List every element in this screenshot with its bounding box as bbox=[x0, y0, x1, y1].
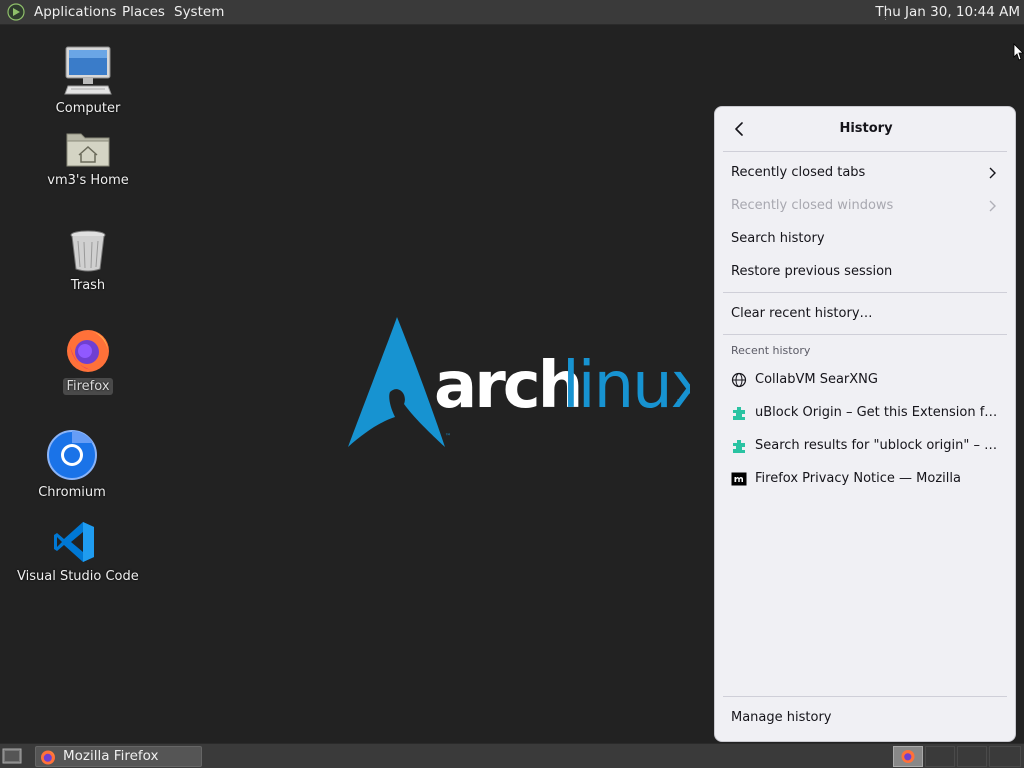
workspace-switcher-1[interactable] bbox=[893, 746, 923, 767]
desktop-icon-label: Chromium bbox=[38, 485, 106, 500]
firefox-icon bbox=[41, 750, 55, 765]
workspace-switcher-3[interactable] bbox=[957, 746, 987, 767]
addons-puzzle-icon bbox=[733, 407, 745, 420]
applications-menu[interactable]: Applications bbox=[34, 0, 116, 25]
workspace-switcher-4[interactable] bbox=[989, 746, 1021, 767]
menu-item-label: Clear recent history… bbox=[731, 306, 873, 321]
trash-icon bbox=[70, 230, 106, 272]
history-entry[interactable]: CollabVM SearXNG bbox=[723, 365, 1007, 395]
divider bbox=[723, 696, 1007, 697]
chromium-icon bbox=[47, 430, 97, 480]
manage-history-item[interactable]: Manage history bbox=[723, 703, 1007, 733]
bottom-panel: Mozilla Firefox bbox=[0, 743, 1024, 768]
desktop-icon-chromium[interactable]: Chromium bbox=[22, 430, 122, 501]
show-desktop-icon[interactable] bbox=[2, 747, 22, 765]
history-entry-title: CollabVM SearXNG bbox=[755, 372, 878, 387]
menu-item-label: Manage history bbox=[731, 710, 832, 725]
divider bbox=[723, 292, 1007, 293]
desktop-icon-computer[interactable]: Computer bbox=[38, 44, 138, 117]
history-panel: History Recently closed tabs Recently cl… bbox=[714, 106, 1016, 742]
chevron-right-icon bbox=[989, 200, 996, 212]
firefox-icon bbox=[901, 750, 915, 763]
divider bbox=[723, 151, 1007, 152]
desktop-icon-trash[interactable]: Trash bbox=[38, 229, 138, 294]
desktop-icon-label: Visual Studio Code bbox=[17, 569, 139, 584]
recently-closed-windows-item: Recently closed windows bbox=[723, 191, 1007, 221]
trademark-sign-icon: ™ bbox=[445, 433, 451, 440]
search-history-item[interactable]: Search history bbox=[723, 224, 1007, 254]
desktop-icon-label: Firefox bbox=[63, 378, 113, 395]
firefox-icon bbox=[67, 330, 109, 372]
applications-menu-icon[interactable] bbox=[7, 3, 25, 21]
menu-item-label: Restore previous session bbox=[731, 264, 893, 279]
history-entry-title: Firefox Privacy Notice — Mozilla bbox=[755, 471, 961, 486]
recently-closed-tabs-item[interactable]: Recently closed tabs bbox=[723, 158, 1007, 188]
mouse-cursor-icon bbox=[1013, 43, 1024, 61]
globe-icon bbox=[731, 372, 747, 388]
menu-item-label: Recently closed tabs bbox=[731, 165, 866, 180]
places-menu[interactable]: Places bbox=[122, 0, 165, 25]
desktop-icon-label: Trash bbox=[70, 278, 106, 293]
history-entry-title: uBlock Origin – Get this Extension for … bbox=[755, 405, 1001, 420]
chevron-right-icon bbox=[989, 167, 996, 179]
history-entry[interactable]: uBlock Origin – Get this Extension for … bbox=[723, 398, 1007, 428]
taskbar-button-label: Mozilla Firefox bbox=[63, 748, 159, 764]
history-entry-title: Search results for "ublock origin" – Add… bbox=[755, 438, 1001, 453]
taskbar-button-firefox[interactable]: Mozilla Firefox bbox=[35, 746, 202, 767]
recent-history-heading: Recent history bbox=[731, 344, 811, 357]
linux-wordmark: linux bbox=[562, 349, 690, 423]
desktop-icon-firefox[interactable]: Firefox bbox=[38, 326, 138, 395]
history-panel-title: History bbox=[839, 121, 893, 136]
history-entry[interactable]: Firefox Privacy Notice — Mozilla bbox=[723, 464, 1007, 494]
top-panel: Applications Places System Thu Jan 30, 1… bbox=[0, 0, 1024, 25]
workspace-switcher-2[interactable] bbox=[925, 746, 955, 767]
addons-puzzle-icon bbox=[733, 440, 745, 453]
arch-linux-logo: arch linux ™ ™ bbox=[348, 317, 690, 447]
desktop-icon-label: Computer bbox=[55, 101, 121, 116]
vscode-icon bbox=[54, 522, 94, 562]
system-menu[interactable]: System bbox=[174, 0, 224, 25]
divider bbox=[723, 334, 1007, 335]
desktop-icon-vscode[interactable]: Visual Studio Code bbox=[14, 520, 139, 585]
home-folder-icon bbox=[66, 133, 110, 167]
arch-wordmark: arch bbox=[434, 349, 580, 423]
desktop-icon-label: vm3's Home bbox=[47, 173, 129, 188]
menu-item-label: Search history bbox=[731, 231, 825, 246]
history-entry[interactable]: Search results for "ublock origin" – Add… bbox=[723, 431, 1007, 461]
restore-previous-session-item[interactable]: Restore previous session bbox=[723, 257, 1007, 287]
menu-item-label: Recently closed windows bbox=[731, 198, 894, 213]
clock[interactable]: Thu Jan 30, 10:44 AM bbox=[875, 0, 1020, 25]
desktop-icon-home[interactable]: vm3's Home bbox=[38, 128, 138, 189]
clear-recent-history-item[interactable]: Clear recent history… bbox=[723, 299, 1007, 329]
trademark-sign: ™ bbox=[676, 398, 683, 406]
computer-icon bbox=[64, 46, 112, 95]
mozilla-m-icon bbox=[731, 472, 747, 486]
